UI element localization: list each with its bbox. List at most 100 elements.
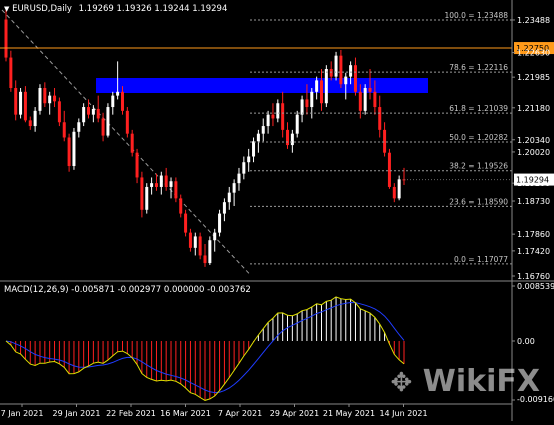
watermark-logo: ✥ WikiFX: [391, 364, 540, 399]
candle-body: [23, 91, 27, 121]
candle-body: [363, 88, 367, 111]
candle-body: [222, 202, 226, 214]
candle-body: [310, 91, 314, 108]
candle-body: [319, 80, 323, 104]
fib-level-label: 23.6 = 1.18590: [449, 197, 508, 206]
time-tick-label: 16 Mar 2021: [160, 409, 211, 418]
candle-body: [305, 99, 309, 108]
candle-body: [276, 103, 280, 119]
candle-body: [96, 108, 100, 119]
candle-body: [300, 99, 304, 115]
candle-body: [286, 129, 290, 146]
candle-body: [188, 232, 192, 248]
fib-level-label: 38.2 = 1.19526: [449, 162, 508, 171]
time-tick-label: 22 Feb 2021: [106, 409, 156, 418]
symbol-label: EURUSD,Daily: [12, 4, 72, 14]
resistance-zone: [96, 78, 428, 93]
candle-body: [334, 55, 338, 77]
candle-body: [150, 183, 154, 187]
time-tick-label: 14 Jun 2021: [379, 409, 427, 418]
candle-body: [9, 57, 13, 89]
candle-body: [281, 103, 285, 130]
price-tick-label: 1.20340: [517, 136, 550, 145]
candle-body: [290, 133, 294, 146]
watermark-text: WikiFX: [422, 364, 540, 399]
candle-body: [67, 137, 71, 167]
candle-body: [392, 186, 396, 199]
candle-body: [57, 101, 61, 123]
macd-tick-label: 0.00: [517, 337, 535, 346]
time-tick-label: 21 May 2021: [323, 409, 375, 418]
candle-body: [227, 192, 231, 203]
candle-body: [208, 240, 212, 264]
candle-body: [324, 68, 328, 104]
candle-body: [106, 107, 110, 136]
macd-tick-label: 0.008539: [517, 282, 554, 291]
time-tick-label: 7 Jan 2021: [1, 409, 44, 418]
candle-body: [198, 236, 202, 256]
candle-body: [19, 91, 23, 115]
price-chart-svg[interactable]: 1.22750 100.0 = 1.2348878.6 = 1.2211661.…: [0, 0, 554, 421]
candle-body: [169, 181, 173, 187]
candle-body: [38, 88, 42, 111]
candle-body: [247, 156, 251, 163]
time-tick-label: 29 Jan 2021: [53, 409, 101, 418]
candle-body: [62, 122, 66, 138]
candle-body: [111, 95, 115, 108]
candle-body: [43, 88, 47, 104]
candle-body: [72, 131, 76, 167]
candle-body: [339, 55, 343, 85]
price-tick-label: 1.20020: [517, 148, 550, 157]
candle-body: [101, 118, 105, 136]
candle-body: [135, 152, 139, 178]
candle-body: [14, 88, 18, 115]
candle-body: [4, 19, 8, 58]
candle-body: [174, 181, 178, 199]
candle-body: [179, 198, 183, 214]
fib-level-label: 100.0 = 1.23488: [444, 11, 508, 20]
candle-body: [261, 126, 265, 134]
fib-level-label: 0.0 = 1.17077: [454, 255, 508, 264]
macd-header: MACD(12,26,9) -0.005871 -0.002977 0.0000…: [4, 285, 251, 295]
candle-body: [140, 177, 144, 210]
price-tick-label: 1.17420: [517, 247, 550, 256]
candle-body: [203, 255, 207, 264]
candle-body: [387, 152, 391, 187]
triangle-down-icon[interactable]: ▼: [4, 5, 9, 13]
macd-label: MACD(12,26,9) -0.005871 -0.002977 0.0000…: [4, 285, 251, 295]
time-tick-label: 29 Apr 2021: [270, 409, 319, 418]
current-price-label: 1.19294: [516, 176, 549, 185]
candle-body: [237, 173, 241, 184]
candle-body: [82, 107, 86, 123]
fib-level-label: 78.6 = 1.22116: [449, 63, 508, 72]
candle-body: [193, 236, 197, 248]
candle-body: [145, 186, 149, 210]
fib-level-label: 61.8 = 1.21039: [449, 104, 508, 113]
price-tick-label: 1.16760: [517, 272, 550, 281]
candle-body: [91, 108, 95, 115]
time-tick-label: 7 Apr 2021: [218, 409, 262, 418]
candle-body: [344, 76, 348, 85]
candle-body: [397, 179, 401, 199]
candle-body: [295, 114, 299, 134]
price-tick-label: 1.23488: [517, 16, 550, 25]
candle-body: [349, 65, 353, 77]
candle-body: [116, 91, 120, 96]
candle-body: [28, 120, 32, 127]
candle-body: [218, 213, 222, 233]
candle-body: [256, 133, 260, 142]
watermark-icon: ✥: [390, 368, 413, 398]
candle-body: [315, 80, 319, 92]
candle-body: [213, 232, 217, 241]
candle-body: [77, 122, 81, 132]
candle-body: [164, 175, 168, 187]
price-tick-label: 1.18730: [517, 197, 550, 206]
candle-body: [53, 95, 57, 102]
candle-body: [266, 114, 270, 127]
price-tick-label: 1.22630: [517, 49, 550, 58]
chart-canvas[interactable]: 1.22750 100.0 = 1.23488 78.6 = 1.22116 61.…: [0, 0, 554, 421]
candle-body: [232, 183, 236, 193]
candle-body: [159, 175, 163, 187]
candle-body: [87, 107, 91, 115]
candle-body: [184, 213, 188, 233]
